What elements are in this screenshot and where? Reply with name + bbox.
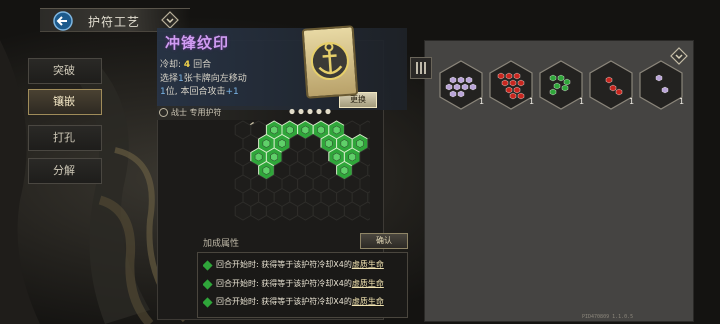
bonus-link[interactable]: 虚质生命 xyxy=(352,297,384,306)
gem-highlight xyxy=(332,152,341,162)
gem-highlight xyxy=(317,125,325,135)
socket-empty[interactable] xyxy=(250,201,267,221)
info-button[interactable] xyxy=(160,10,180,30)
desc-number-3: +1 xyxy=(225,87,239,97)
confirm-button[interactable]: 确认 xyxy=(360,233,408,249)
bonus-prefix: 回合开始时: xyxy=(216,297,262,306)
desc-part-3: 位, 本回合攻击 xyxy=(165,87,226,97)
socket-empty[interactable] xyxy=(343,201,361,221)
inventory-slot[interactable]: 1 xyxy=(537,59,585,111)
gem-highlight xyxy=(270,152,278,162)
bonus-link[interactable]: 虚质生命 xyxy=(352,279,384,288)
slot-count: 1 xyxy=(679,97,685,106)
info-diamond-icon xyxy=(161,11,179,29)
purple-gem-icon xyxy=(439,60,483,110)
gem-highlight xyxy=(262,166,271,175)
menu-disassemble[interactable]: 分解 xyxy=(28,158,102,184)
gem-highlight xyxy=(325,139,333,148)
bonus-row: 回合开始时: 获得等于该护符冷却X4的虚质生命 xyxy=(203,295,409,309)
slot-count: 1 xyxy=(579,97,585,106)
gem-highlight xyxy=(278,139,286,148)
gem-highlight xyxy=(356,139,364,148)
socket-empty[interactable] xyxy=(328,201,345,221)
gem-highlight xyxy=(340,166,349,175)
amulet-name: 冲锋纹印 xyxy=(165,34,230,52)
bonus-mid: 获得等于该护符冷却X4的 xyxy=(261,279,352,288)
class-label-text: 战士 专用护符 xyxy=(171,108,222,117)
inventory-slot[interactable]: 1 xyxy=(637,59,685,111)
menu-inlay[interactable]: 镶嵌 xyxy=(28,89,102,115)
cooldown-label: 冷却: xyxy=(160,60,182,70)
gem-highlight xyxy=(262,139,271,148)
socket-empty[interactable] xyxy=(281,201,299,221)
gem-highlight xyxy=(348,152,356,162)
gem-highlight xyxy=(270,125,278,135)
red-gem-icon xyxy=(589,60,633,110)
class-icon xyxy=(159,108,168,117)
inventory-slot[interactable]: 1 xyxy=(487,59,535,111)
bonus-row: 回合开始时: 获得等于该护符冷却X4的虚质生命 xyxy=(203,258,409,272)
star-rating xyxy=(289,108,331,115)
menu-punch[interactable]: 打孔 xyxy=(28,125,102,151)
gem-highlight xyxy=(301,125,310,135)
desc-part-2: 张卡牌向左移动 xyxy=(183,74,247,84)
gem-highlight xyxy=(340,139,349,148)
back-arrow-icon xyxy=(53,11,73,31)
anchor-icon xyxy=(310,42,349,81)
bonus-link[interactable]: 虚质生命 xyxy=(352,260,384,269)
menu-breakthrough[interactable]: 突破 xyxy=(28,58,102,84)
amulet-card[interactable] xyxy=(301,25,359,99)
page-title: 护符工艺 xyxy=(88,15,141,29)
hex-socket-grid[interactable] xyxy=(225,118,370,236)
gem-bullet-icon xyxy=(203,279,213,290)
slot-count: 1 xyxy=(529,97,535,106)
gem-highlight xyxy=(254,152,263,162)
filter-bars-icon xyxy=(416,62,426,74)
cooldown-text: 冷却: 4 回合 xyxy=(160,57,211,70)
green-gem-icon xyxy=(539,60,583,110)
gem-bullet-icon xyxy=(203,297,213,308)
desc-part-1: 选择 xyxy=(160,74,179,84)
gem-bullet-icon xyxy=(203,260,213,271)
cooldown-unit: 回合 xyxy=(193,60,212,70)
bonus-title: 加成属性 xyxy=(203,239,240,249)
inventory-slot[interactable]: 1 xyxy=(587,59,635,111)
version-text: PID470809 1.1.0.5 xyxy=(582,314,634,320)
bonus-mid: 获得等于该护符冷却X4的 xyxy=(261,297,352,306)
bonus-row: 回合开始时: 获得等于该护符冷却X4的虚质生命 xyxy=(203,277,409,291)
purple-gem-icon xyxy=(639,60,683,110)
socket-empty[interactable] xyxy=(312,201,330,221)
gem-highlight xyxy=(286,125,294,135)
socket-empty[interactable] xyxy=(297,201,314,221)
slot-count: 1 xyxy=(479,97,485,106)
cooldown-value: 4 xyxy=(183,60,191,70)
bonus-prefix: 回合开始时: xyxy=(216,260,262,269)
inventory-slot[interactable]: 1 xyxy=(437,59,485,111)
filter-button[interactable] xyxy=(410,57,432,79)
red-gem-icon xyxy=(489,60,533,110)
socket-empty[interactable] xyxy=(234,201,252,221)
socket-empty[interactable] xyxy=(265,201,283,221)
back-button[interactable] xyxy=(48,9,78,33)
bonus-mid: 获得等于该护符冷却X4的 xyxy=(261,260,352,269)
slot-count: 1 xyxy=(629,97,635,106)
bonus-prefix: 回合开始时: xyxy=(216,279,262,288)
gem-highlight xyxy=(332,125,341,135)
